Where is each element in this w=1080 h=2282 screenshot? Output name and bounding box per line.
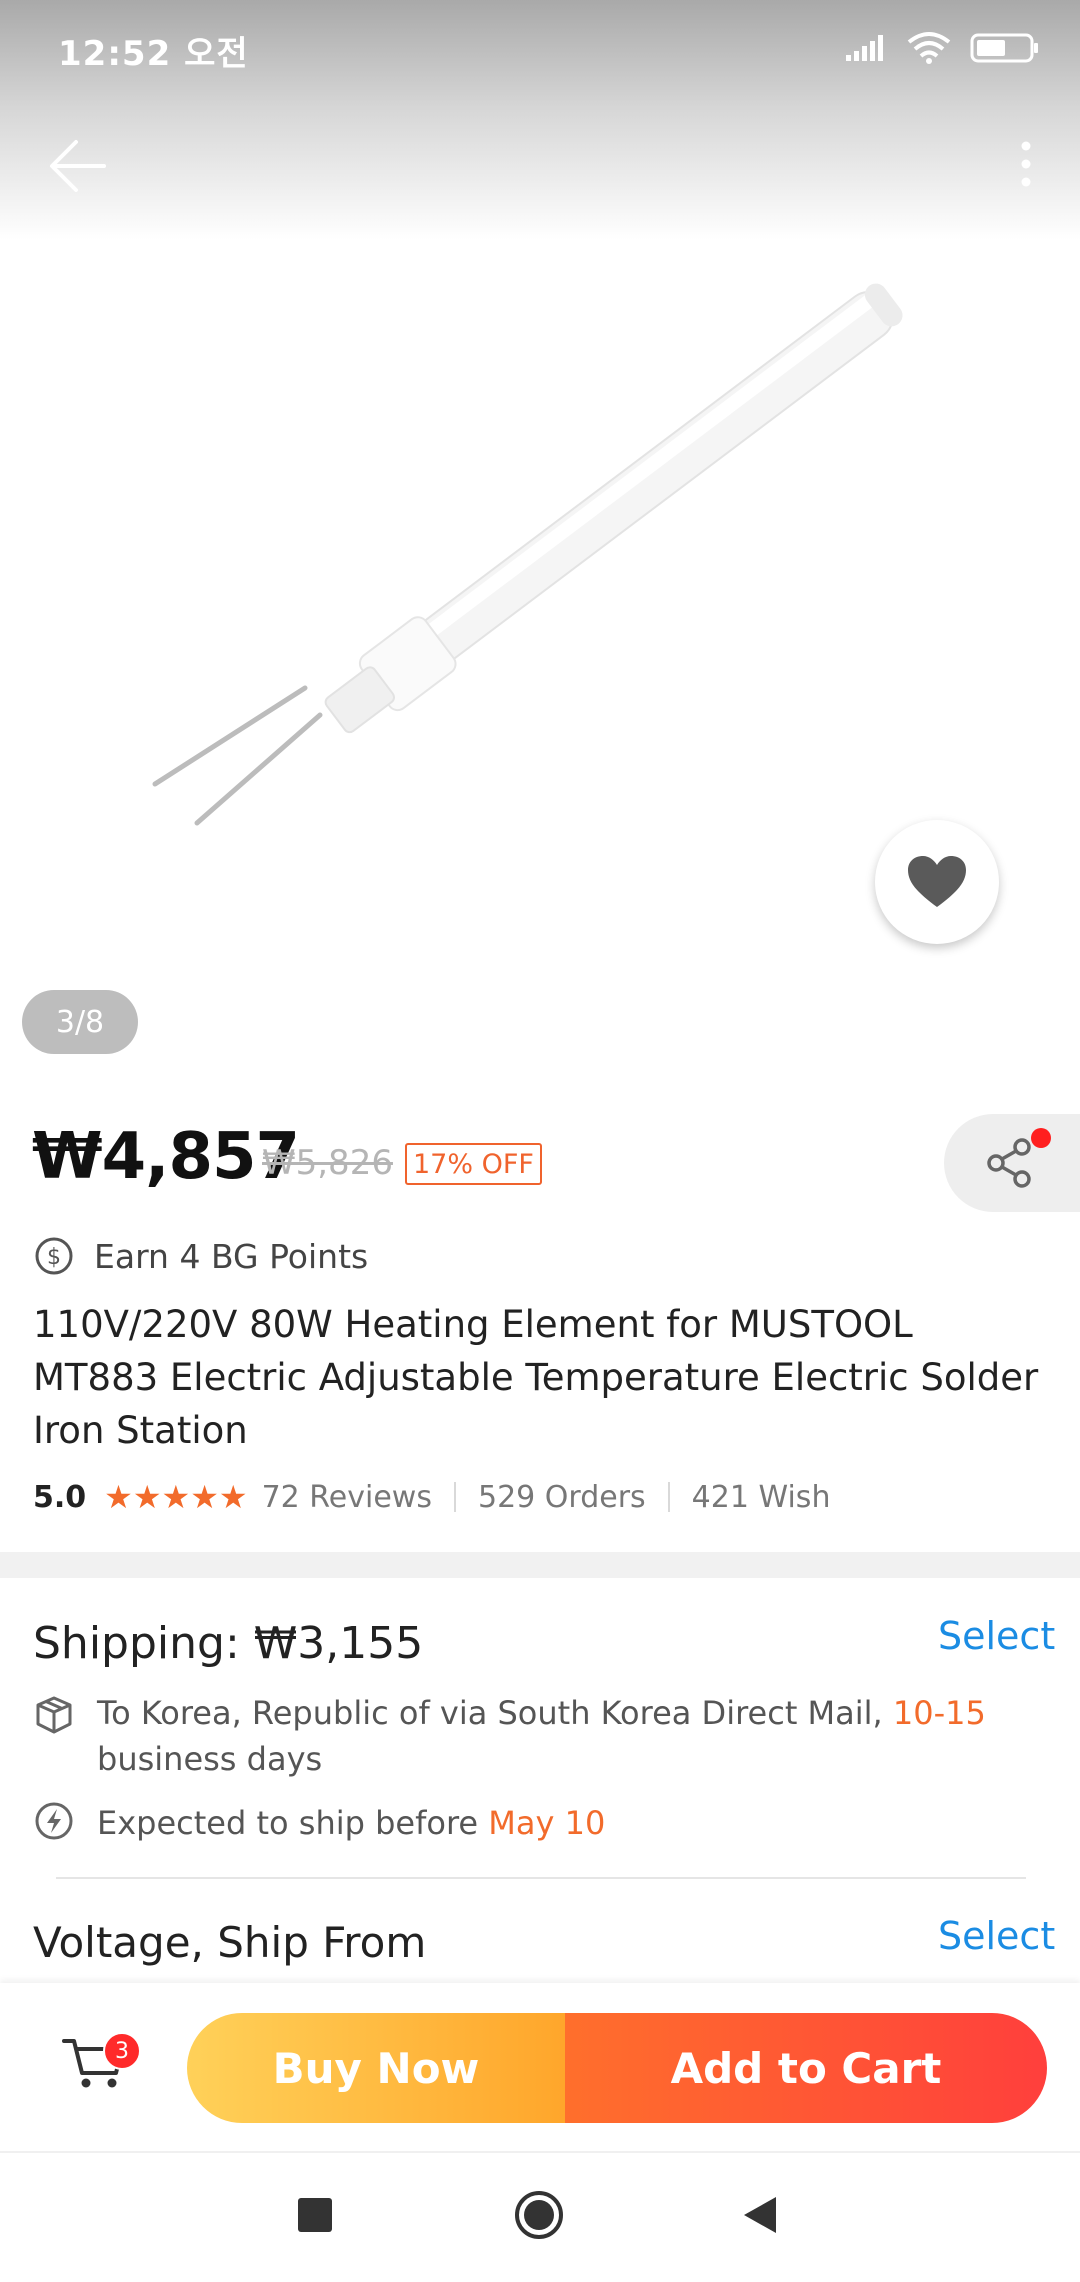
shipping-heading: Shipping: ₩3,155: [33, 1618, 423, 1669]
wishlist-button[interactable]: [875, 820, 999, 944]
points-row[interactable]: $ Earn 4 BG Points: [34, 1236, 368, 1276]
share-icon: [987, 1138, 1031, 1188]
rating-stars: ★★★★★: [104, 1478, 248, 1516]
reviews-count[interactable]: 72 Reviews: [262, 1480, 432, 1515]
expected-date: May 10: [488, 1804, 606, 1842]
share-button[interactable]: [944, 1114, 1080, 1212]
expected-ship-row: Expected to ship before May 10: [33, 1800, 997, 1846]
shipping-route-row: To Korea, Republic of via South Korea Di…: [33, 1690, 997, 1782]
wifi-icon: [907, 32, 951, 64]
divider: [667, 1482, 670, 1512]
lightning-icon: [35, 1802, 73, 1840]
svg-text:$: $: [47, 1245, 61, 1270]
expected-prefix: Expected to ship before: [97, 1804, 479, 1842]
discount-badge: 17% OFF: [405, 1143, 542, 1185]
back-arrow-icon[interactable]: [48, 138, 108, 194]
more-options-icon[interactable]: [1016, 140, 1036, 188]
home-button-icon[interactable]: [514, 2190, 564, 2240]
battery-icon: [970, 33, 1038, 63]
recents-button-icon[interactable]: [298, 2198, 332, 2232]
rating-row[interactable]: 5.0 ★★★★★ 72 Reviews 529 Orders 421 Wish: [33, 1478, 830, 1516]
rating-score: 5.0: [33, 1479, 87, 1515]
add-to-cart-button[interactable]: Add to Cart: [565, 2013, 1047, 2123]
route-prefix: To Korea, Republic of via South Korea Di…: [97, 1694, 883, 1732]
shipping-label: Shipping:: [33, 1618, 240, 1669]
share-notification-dot: [1031, 1128, 1051, 1148]
shipping-cost: ₩3,155: [253, 1618, 424, 1669]
orders-count: 529 Orders: [477, 1479, 646, 1515]
status-time: 12:52 오전: [58, 34, 249, 74]
product-title: 110V/220V 80W Heating Element for MUSTOO…: [33, 1303, 1039, 1452]
shipping-select-link[interactable]: Select: [938, 1614, 1055, 1658]
signal-icon: [846, 35, 883, 61]
options-heading: Voltage, Ship From: [33, 1918, 427, 1967]
package-icon: [36, 1696, 72, 1734]
section-divider: [0, 1552, 1080, 1578]
shipping-route-text: To Korea, Republic of via South Korea Di…: [97, 1690, 997, 1782]
options-select-link[interactable]: Select: [938, 1914, 1055, 1958]
current-price: ₩4,857: [32, 1120, 300, 1194]
status-icons: [844, 28, 1040, 68]
wish-count: 421 Wish: [691, 1479, 831, 1515]
original-price: ₩5,826: [262, 1143, 393, 1183]
image-counter: 3/8: [22, 990, 138, 1054]
buy-now-button[interactable]: Buy Now: [187, 2013, 565, 2123]
heart-icon: [908, 856, 966, 907]
divider: [453, 1482, 456, 1512]
route-suffix: business days: [97, 1740, 323, 1778]
route-days: 10-15: [892, 1694, 986, 1732]
divider-line: [56, 1877, 1026, 1879]
dollar-coin-icon: $: [35, 1237, 73, 1275]
points-label: Earn 4 BG Points: [94, 1236, 369, 1276]
back-button-icon[interactable]: [742, 2195, 778, 2235]
expected-ship-text: Expected to ship before May 10: [97, 1800, 997, 1846]
cart-count-badge: 3: [103, 2032, 141, 2070]
